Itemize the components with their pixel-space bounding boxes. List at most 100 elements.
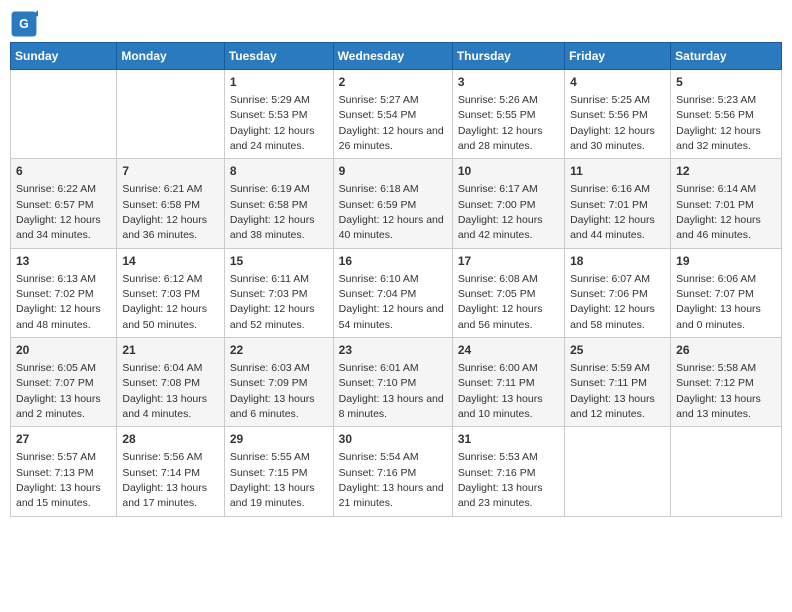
calendar-table: SundayMondayTuesdayWednesdayThursdayFrid… — [10, 42, 782, 517]
calendar-cell: 26Sunrise: 5:58 AMSunset: 7:12 PMDayligh… — [671, 338, 782, 427]
calendar-cell: 13Sunrise: 6:13 AMSunset: 7:02 PMDayligh… — [11, 248, 117, 337]
week-row-3: 13Sunrise: 6:13 AMSunset: 7:02 PMDayligh… — [11, 248, 782, 337]
day-header-thursday: Thursday — [452, 43, 564, 70]
day-number: 11 — [570, 163, 665, 180]
week-row-1: 1 Sunrise: 5:29 AMSunset: 5:53 PMDaylight… — [11, 70, 782, 159]
day-detail: Sunrise: 6:10 AMSunset: 7:04 PMDaylight:… — [339, 273, 444, 331]
day-number: 9 — [339, 163, 447, 180]
day-number: 3 — [458, 74, 559, 91]
day-number: 18 — [570, 253, 665, 270]
day-detail: Sunrise: 6:13 AMSunset: 7:02 PMDaylight:… — [16, 273, 101, 331]
calendar-cell: 11 Sunrise: 6:16 AMSunset: 7:01 PMDayligh… — [565, 159, 671, 248]
day-number: 10 — [458, 163, 559, 180]
week-row-5: 27 Sunrise: 5:57 AMSunset: 7:13 PMDayligh… — [11, 427, 782, 516]
day-detail: Sunrise: 5:57 AMSunset: 7:13 PMDaylight:… — [16, 451, 101, 509]
day-detail: Sunrise: 6:07 AMSunset: 7:06 PMDaylight:… — [570, 273, 655, 331]
calendar-cell: 12Sunrise: 6:14 AMSunset: 7:01 PMDayligh… — [671, 159, 782, 248]
day-number: 5 — [676, 74, 776, 91]
calendar-cell: 17 Sunrise: 6:08 AMSunset: 7:05 PMDayligh… — [452, 248, 564, 337]
day-header-tuesday: Tuesday — [224, 43, 333, 70]
calendar-cell: 16 Sunrise: 6:10 AMSunset: 7:04 PMDayligh… — [333, 248, 452, 337]
day-number: 6 — [16, 163, 111, 180]
day-number: 22 — [230, 342, 328, 359]
svg-text:G: G — [19, 17, 29, 31]
day-number: 7 — [122, 163, 218, 180]
calendar-cell: 22 Sunrise: 6:03 AMSunset: 7:09 PMDayligh… — [224, 338, 333, 427]
day-number: 15 — [230, 253, 328, 270]
calendar-cell: 5 Sunrise: 5:23 AMSunset: 5:56 PMDaylight… — [671, 70, 782, 159]
page-header: G — [10, 10, 782, 38]
day-detail: Sunrise: 5:54 AMSunset: 7:16 PMDaylight:… — [339, 451, 444, 509]
day-number: 24 — [458, 342, 559, 359]
calendar-cell: 19 Sunrise: 6:06 AMSunset: 7:07 PMDayligh… — [671, 248, 782, 337]
day-number: 28 — [122, 431, 218, 448]
day-detail: Sunrise: 6:16 AMSunset: 7:01 PMDaylight:… — [570, 183, 655, 241]
day-number: 20 — [16, 342, 111, 359]
day-header-sunday: Sunday — [11, 43, 117, 70]
day-number: 30 — [339, 431, 447, 448]
day-number: 31 — [458, 431, 559, 448]
day-detail: Sunrise: 5:25 AMSunset: 5:56 PMDaylight:… — [570, 94, 655, 152]
calendar-cell — [671, 427, 782, 516]
day-detail: Sunrise: 6:11 AMSunset: 7:03 PMDaylight:… — [230, 273, 315, 331]
day-detail: Sunrise: 6:01 AMSunset: 7:10 PMDaylight:… — [339, 362, 444, 420]
calendar-cell: 15 Sunrise: 6:11 AMSunset: 7:03 PMDayligh… — [224, 248, 333, 337]
day-number: 16 — [339, 253, 447, 270]
calendar-cell: 24 Sunrise: 6:00 AMSunset: 7:11 PMDayligh… — [452, 338, 564, 427]
day-number: 12 — [676, 163, 776, 180]
day-detail: Sunrise: 5:55 AMSunset: 7:15 PMDaylight:… — [230, 451, 315, 509]
calendar-cell — [117, 70, 224, 159]
calendar-cell: 20Sunrise: 6:05 AMSunset: 7:07 PMDayligh… — [11, 338, 117, 427]
day-number: 19 — [676, 253, 776, 270]
day-detail: Sunrise: 5:56 AMSunset: 7:14 PMDaylight:… — [122, 451, 207, 509]
calendar-cell: 2 Sunrise: 5:27 AMSunset: 5:54 PMDaylight… — [333, 70, 452, 159]
day-detail: Sunrise: 6:08 AMSunset: 7:05 PMDaylight:… — [458, 273, 543, 331]
calendar-cell: 9 Sunrise: 6:18 AMSunset: 6:59 PMDaylight… — [333, 159, 452, 248]
calendar-cell: 10 Sunrise: 6:17 AMSunset: 7:00 PMDayligh… — [452, 159, 564, 248]
day-detail: Sunrise: 6:00 AMSunset: 7:11 PMDaylight:… — [458, 362, 543, 420]
calendar-cell: 14 Sunrise: 6:12 AMSunset: 7:03 PMDayligh… — [117, 248, 224, 337]
day-detail: Sunrise: 6:22 AMSunset: 6:57 PMDaylight:… — [16, 183, 101, 241]
day-detail: Sunrise: 6:12 AMSunset: 7:03 PMDaylight:… — [122, 273, 207, 331]
calendar-cell: 28 Sunrise: 5:56 AMSunset: 7:14 PMDayligh… — [117, 427, 224, 516]
day-number: 2 — [339, 74, 447, 91]
day-detail: Sunrise: 6:19 AMSunset: 6:58 PMDaylight:… — [230, 183, 315, 241]
calendar-cell: 6 Sunrise: 6:22 AMSunset: 6:57 PMDaylight… — [11, 159, 117, 248]
day-header-friday: Friday — [565, 43, 671, 70]
day-detail: Sunrise: 5:29 AMSunset: 5:53 PMDaylight:… — [230, 94, 315, 152]
day-detail: Sunrise: 6:21 AMSunset: 6:58 PMDaylight:… — [122, 183, 207, 241]
day-detail: Sunrise: 5:23 AMSunset: 5:56 PMDaylight:… — [676, 94, 761, 152]
day-detail: Sunrise: 6:03 AMSunset: 7:09 PMDaylight:… — [230, 362, 315, 420]
day-detail: Sunrise: 5:53 AMSunset: 7:16 PMDaylight:… — [458, 451, 543, 509]
day-detail: Sunrise: 6:17 AMSunset: 7:00 PMDaylight:… — [458, 183, 543, 241]
day-number: 25 — [570, 342, 665, 359]
day-number: 17 — [458, 253, 559, 270]
day-detail: Sunrise: 6:06 AMSunset: 7:07 PMDaylight:… — [676, 273, 761, 331]
calendar-cell: 30 Sunrise: 5:54 AMSunset: 7:16 PMDayligh… — [333, 427, 452, 516]
logo-icon: G — [10, 10, 38, 38]
day-detail: Sunrise: 6:18 AMSunset: 6:59 PMDaylight:… — [339, 183, 444, 241]
calendar-header-row: SundayMondayTuesdayWednesdayThursdayFrid… — [11, 43, 782, 70]
day-number: 8 — [230, 163, 328, 180]
logo: G — [10, 10, 42, 38]
day-number: 21 — [122, 342, 218, 359]
calendar-cell: 18 Sunrise: 6:07 AMSunset: 7:06 PMDayligh… — [565, 248, 671, 337]
day-detail: Sunrise: 6:04 AMSunset: 7:08 PMDaylight:… — [122, 362, 207, 420]
calendar-cell: 3Sunrise: 5:26 AMSunset: 5:55 PMDaylight… — [452, 70, 564, 159]
calendar-cell: 31 Sunrise: 5:53 AMSunset: 7:16 PMDayligh… — [452, 427, 564, 516]
calendar-cell: 27 Sunrise: 5:57 AMSunset: 7:13 PMDayligh… — [11, 427, 117, 516]
calendar-cell: 25Sunrise: 5:59 AMSunset: 7:11 PMDayligh… — [565, 338, 671, 427]
calendar-cell: 29Sunrise: 5:55 AMSunset: 7:15 PMDayligh… — [224, 427, 333, 516]
day-number: 14 — [122, 253, 218, 270]
day-number: 27 — [16, 431, 111, 448]
day-number: 1 — [230, 74, 328, 91]
calendar-cell — [11, 70, 117, 159]
calendar-cell: 4Sunrise: 5:25 AMSunset: 5:56 PMDaylight… — [565, 70, 671, 159]
calendar-cell: 21 Sunrise: 6:04 AMSunset: 7:08 PMDayligh… — [117, 338, 224, 427]
calendar-cell: 1 Sunrise: 5:29 AMSunset: 5:53 PMDaylight… — [224, 70, 333, 159]
day-detail: Sunrise: 5:27 AMSunset: 5:54 PMDaylight:… — [339, 94, 444, 152]
day-header-wednesday: Wednesday — [333, 43, 452, 70]
week-row-4: 20Sunrise: 6:05 AMSunset: 7:07 PMDayligh… — [11, 338, 782, 427]
day-header-monday: Monday — [117, 43, 224, 70]
day-number: 23 — [339, 342, 447, 359]
